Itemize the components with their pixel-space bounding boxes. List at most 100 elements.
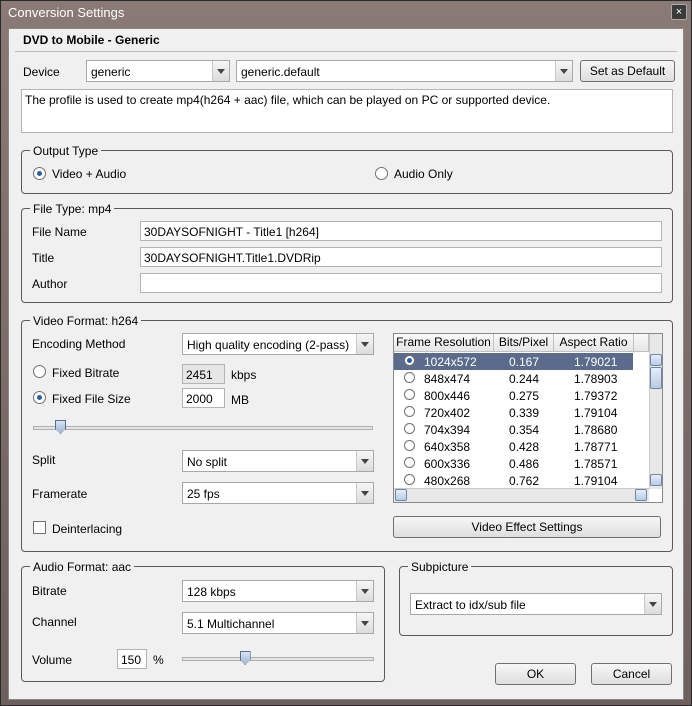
deinterlacing-checkbox[interactable] [33, 521, 46, 534]
fixed-bitrate-input: 2451 [182, 364, 225, 384]
device-select[interactable]: generic [86, 60, 230, 82]
resolution-row-radio[interactable] [404, 457, 415, 468]
resolution-cell-resolution: 800x446 [424, 389, 471, 403]
resolution-cell-resolution: 1024x572 [424, 355, 477, 369]
volume-unit: % [153, 653, 164, 667]
fixed-file-size-input[interactable]: 2000 [182, 388, 225, 408]
resolution-cell-aspect: 1.78680 [574, 423, 618, 437]
dialog-client-area: DVD to Mobile - Generic Device generic g… [8, 28, 684, 700]
chevron-down-icon [212, 61, 229, 81]
file-name-label: File Name [32, 225, 87, 239]
chevron-down-icon [356, 581, 373, 601]
resolution-row[interactable]: 480x268 0.762 1.79104 [394, 472, 633, 489]
resolution-cell-resolution: 600x336 [424, 457, 471, 471]
close-icon[interactable]: × [671, 4, 687, 20]
resolution-cell-aspect: 1.79372 [574, 389, 618, 403]
column-header-aspect-ratio[interactable]: Aspect Ratio [554, 334, 634, 352]
frame-resolution-table: Frame Resolution Bits/Pixel Aspect Ratio… [393, 333, 663, 503]
table-vertical-scrollbar[interactable] [649, 334, 662, 489]
table-horizontal-scrollbar[interactable] [394, 488, 649, 502]
fixed-bitrate-value: 2451 [186, 368, 213, 382]
audio-only-label: Audio Only [394, 167, 453, 181]
resolution-row[interactable]: 720x402 0.339 1.79104 [394, 404, 633, 421]
resolution-cell-bpp: 0.167 [509, 355, 540, 369]
resolution-row-radio[interactable] [404, 423, 415, 434]
title-input[interactable]: 30DAYSOFNIGHT.Title1.DVDRip [140, 247, 662, 267]
resolution-cell-aspect: 1.78771 [574, 440, 618, 454]
resolution-cell-aspect: 1.78571 [574, 457, 618, 471]
resolution-row-radio[interactable] [404, 440, 415, 451]
resolution-cell-resolution: 640x358 [424, 440, 471, 454]
resolution-cell-bpp: 0.244 [509, 372, 540, 386]
resolution-row[interactable]: 848x474 0.244 1.78903 [394, 370, 633, 387]
resolution-row-radio[interactable] [404, 372, 415, 383]
volume-value: 150 [121, 653, 142, 667]
header-divider [15, 51, 677, 52]
resolution-row-radio[interactable] [404, 389, 415, 400]
audio-only-radio[interactable] [375, 167, 388, 180]
audio-format-title: Audio Format: aac [30, 560, 135, 574]
resolution-cell-resolution: 848x474 [424, 372, 471, 386]
cancel-button[interactable]: Cancel [591, 663, 672, 685]
scroll-left-icon[interactable] [395, 489, 407, 501]
split-label: Split [32, 453, 56, 467]
resolution-row[interactable]: 704x394 0.354 1.78680 [394, 421, 633, 438]
file-type-title: File Type: mp4 [30, 202, 115, 216]
volume-label: Volume [32, 653, 73, 667]
resolution-row-radio[interactable] [404, 474, 415, 485]
file-name-input[interactable]: 30DAYSOFNIGHT - Title1 [h264] [140, 221, 662, 241]
resolution-row-radio[interactable] [404, 406, 415, 417]
column-header-bits-pixel[interactable]: Bits/Pixel [494, 334, 554, 352]
chevron-down-icon [356, 613, 373, 633]
resolution-cell-bpp: 0.428 [509, 440, 540, 454]
resolution-row[interactable]: 1024x572 0.167 1.79021 [394, 353, 633, 370]
mb-unit: MB [231, 393, 249, 407]
resolution-cell-bpp: 0.486 [509, 457, 540, 471]
volume-slider-track[interactable] [182, 657, 374, 661]
fixed-bitrate-radio[interactable] [33, 365, 46, 378]
resolution-row[interactable]: 800x446 0.275 1.79372 [394, 387, 633, 404]
resolution-row[interactable]: 640x358 0.428 1.78771 [394, 438, 633, 455]
quality-slider-track[interactable] [33, 426, 373, 430]
profile-select[interactable]: generic.default [236, 60, 573, 82]
video-audio-radio[interactable] [33, 167, 46, 180]
profile-title: DVD to Mobile - Generic [23, 33, 160, 47]
resolution-cell-bpp: 0.339 [509, 406, 540, 420]
channel-select[interactable]: 5.1 Multichannel [182, 612, 374, 634]
author-input[interactable] [140, 273, 662, 293]
scroll-up-icon[interactable] [650, 354, 662, 366]
fixed-file-size-radio[interactable] [33, 391, 46, 404]
deinterlacing-label: Deinterlacing [52, 522, 123, 536]
resolution-cell-aspect: 1.78903 [574, 372, 618, 386]
scroll-thumb[interactable] [650, 367, 662, 389]
profile-select-value: generic.default [241, 65, 320, 79]
column-header-resolution[interactable]: Frame Resolution [394, 334, 494, 352]
chevron-down-icon [555, 61, 572, 81]
encoding-method-select[interactable]: High quality encoding (2-pass) [182, 333, 374, 355]
fixed-file-size-value: 2000 [186, 392, 213, 406]
resolution-cell-resolution: 704x394 [424, 423, 471, 437]
resolution-row[interactable]: 600x336 0.486 1.78571 [394, 455, 633, 472]
ok-button[interactable]: OK [495, 663, 576, 685]
scroll-down-icon[interactable] [650, 474, 662, 486]
audio-bitrate-label: Bitrate [32, 584, 67, 598]
audio-bitrate-value: 128 kbps [187, 585, 236, 599]
subpicture-title: Subpicture [408, 560, 472, 574]
chevron-down-icon [356, 451, 373, 471]
audio-bitrate-select[interactable]: 128 kbps [182, 580, 374, 602]
resolution-row-radio[interactable] [404, 355, 415, 366]
scroll-right-icon[interactable] [635, 489, 647, 501]
video-effect-settings-button[interactable]: Video Effect Settings [393, 516, 661, 538]
set-as-default-button[interactable]: Set as Default [580, 60, 675, 82]
fixed-bitrate-label: Fixed Bitrate [52, 366, 120, 380]
chevron-down-icon [644, 594, 661, 614]
chevron-down-icon [356, 483, 373, 503]
profile-description: The profile is used to create mp4(h264 +… [21, 89, 673, 133]
resolution-cell-bpp: 0.354 [509, 423, 540, 437]
framerate-select[interactable]: 25 fps [182, 482, 374, 504]
resolution-cell-resolution: 480x268 [424, 474, 471, 488]
volume-input[interactable]: 150 [117, 649, 147, 669]
resolution-cell-aspect: 1.79104 [574, 474, 618, 488]
subpicture-select[interactable]: Extract to idx/sub file [410, 593, 662, 615]
split-select[interactable]: No split [182, 450, 374, 472]
